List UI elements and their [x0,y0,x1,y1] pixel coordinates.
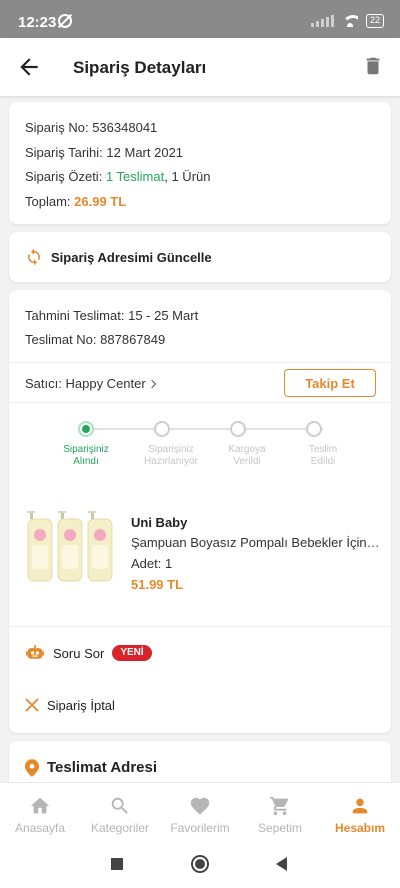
home-icon [30,797,50,814]
track-button[interactable]: Takip Et [284,369,376,397]
nav-categories[interactable]: Kategoriler [80,783,160,842]
cart-icon [269,796,289,816]
step-dot-preparing [154,421,170,437]
robot-chat-icon [26,644,44,659]
nav-home-label: Anasayfa [14,821,66,835]
product-price: 51.99 TL [131,577,184,592]
step-label-line: Siparişiniz [148,444,194,455]
home-button-icon[interactable] [191,855,209,873]
estimated-delivery-row: Tahmini Teslimat: 15 - 25 Mart [25,308,375,332]
order-date-row: Sipariş Tarihi: 12 Mart 2021 [25,145,375,170]
status-icons: 22 [310,14,384,28]
step-label-line: Kargoya [228,444,266,455]
nav-home[interactable]: Anasayfa [0,783,80,842]
alarm-off-icon [58,14,72,28]
bottom-navigation: Anasayfa Kategoriler Favorilerim Sepetim… [0,782,400,842]
ask-question-label: Soru Sor [53,645,105,661]
status-time: 12:23 [18,14,57,31]
delivery-no-label: Teslimat No: [25,332,97,347]
location-pin-icon [25,759,39,777]
step-label-line: Verildi [233,456,261,467]
step-dot-delivered [306,421,322,437]
product-name: Şampuan Boyasız Pompalı Bebekler İçin 3'… [131,535,383,550]
page-title: Sipariş Detayları [73,58,207,77]
app-header: Sipariş Detayları [0,38,400,96]
back-triangle-icon[interactable] [276,857,287,871]
battery-icon: 22 [365,14,384,28]
order-no-row: Sipariş No: 536348041 [25,120,375,145]
step-label-line: Hazırlanıyor [144,456,198,467]
step-label-preparing: Siparişiniz Hazırlanıyor [136,444,206,468]
order-summary-label: Sipariş Özeti: [25,169,103,184]
step-label-line: Siparişiniz [63,444,109,455]
quantity-label: Adet: [131,556,162,571]
nav-account-label: Hesabım [334,821,386,835]
cancel-order-label: Sipariş İptal [47,697,115,713]
estimated-delivery-value: 15 - 25 Mart [128,308,199,323]
cancel-order-button[interactable]: Sipariş İptal [9,679,391,731]
nav-categories-label: Kategoriler [90,821,150,835]
order-date-label: Sipariş Tarihi: [25,144,103,160]
item-count: , 1 Ürün [164,169,211,184]
step-dot-shipped [230,421,246,437]
seller-link[interactable]: Satıcı: Happy Center [25,376,156,391]
wifi-icon [341,15,358,27]
total-label: Toplam: [25,193,71,209]
nav-favorites-label: Favorilerim [170,821,230,835]
step-label-received: Siparişiniz Alındı [51,444,121,468]
delivery-count: 1 Teslimat [105,169,165,184]
status-bar: 12:23 22 [0,0,400,38]
seller-row: Satıcı: Happy Center Takip Et [9,363,391,403]
update-address-label: Sipariş Adresimi Güncelle [51,249,212,265]
delivery-no-row: Teslimat No: 887867849 [25,332,375,356]
product-image [27,511,113,582]
estimated-delivery-label: Tahmini Teslimat: [25,308,125,323]
nav-cart[interactable]: Sepetim [240,783,320,842]
order-no-label: Sipariş No: [25,120,89,135]
search-icon [111,797,128,814]
shipment-info: Tahmini Teslimat: 15 - 25 Mart Teslimat … [9,290,391,363]
delivery-address-label: Teslimat Adresi [47,759,158,776]
total-row: Toplam: 26.99 TL [25,194,375,219]
order-no-value: 536348041 [92,120,158,135]
refresh-icon [28,248,40,266]
signal-icon [310,15,334,27]
order-progress: Siparişiniz Alındı Siparişiniz Hazırlanı… [9,403,391,493]
step-label-shipped: Kargoya Verildi [212,444,282,468]
nav-account[interactable]: Hesabım [320,783,400,842]
order-summary-card: Sipariş No: 536348041 Sipariş Tarihi: 12… [9,102,391,224]
step-label-line: Alındı [73,456,99,467]
new-badge: YENİ [112,645,152,661]
trash-icon[interactable] [362,54,384,78]
close-icon [25,698,39,712]
recent-apps-icon[interactable] [111,858,123,870]
quantity-value: 1 [164,556,173,571]
product-item[interactable]: Uni Baby Şampuan Boyasız Pompalı Bebekle… [9,493,391,627]
back-arrow-icon[interactable] [16,54,42,80]
step-label-line: Edildi [310,456,336,467]
update-address-button[interactable]: Sipariş Adresimi Güncelle [9,232,391,282]
user-icon [352,798,368,814]
total-value: 26.99 TL [74,193,127,209]
step-dot-received [78,421,94,437]
ask-question-button[interactable]: Soru Sor YENİ [9,627,391,679]
seller-label: Satıcı: [25,376,62,391]
chevron-right-icon [147,379,156,389]
step-label-delivered: Teslim Edildi [288,444,358,468]
nav-favorites[interactable]: Favorilerim [160,783,240,842]
shipment-card: Tahmini Teslimat: 15 - 25 Mart Teslimat … [9,290,391,733]
product-quantity: Adet: 1 [131,556,172,571]
order-date-value: 12 Mart 2021 [106,144,184,160]
nav-cart-label: Sepetim [257,821,303,835]
delivery-no-value: 887867849 [100,332,166,347]
step-label-line: Teslim [308,444,338,455]
product-brand: Uni Baby [131,515,188,530]
system-nav-bar [0,842,400,888]
heart-icon [190,797,210,815]
order-summary-row: Sipariş Özeti: 1 Teslimat, 1 Ürün [25,169,375,194]
seller-name: Happy Center [65,376,146,391]
